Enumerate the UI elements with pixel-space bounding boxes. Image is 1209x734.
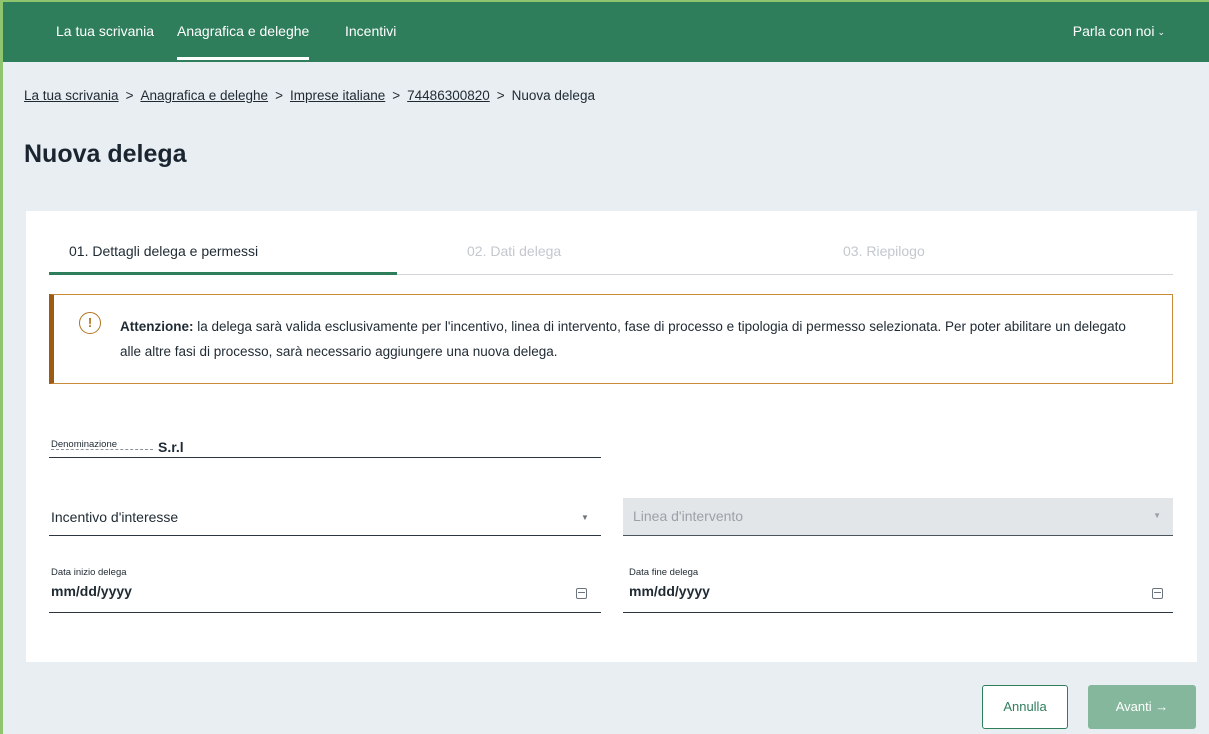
nav-item-anagrafica[interactable]: Anagrafica e deleghe xyxy=(177,2,310,60)
top-navigation: La tua scrivania Anagrafica e deleghe In… xyxy=(3,0,1209,62)
stepper: 01. Dettagli delega e permessi 02. Dati … xyxy=(49,233,1173,275)
warning-alert: ! Attenzione: la delega sarà valida escl… xyxy=(49,294,1173,384)
breadcrumb-separator: > xyxy=(275,88,283,103)
breadcrumb-current: Nuova delega xyxy=(511,88,595,103)
breadcrumb-separator: > xyxy=(125,88,134,103)
incentivo-underline xyxy=(49,535,601,536)
breadcrumb: La tua scrivania > Anagrafica e deleghe > Im… xyxy=(24,88,595,103)
linea-placeholder: Linea d'intervento xyxy=(633,508,744,524)
breadcrumb-link-impresa-id[interactable]: 74486300820 xyxy=(407,88,490,103)
page-title: Nuova delega xyxy=(24,140,187,168)
step-dettagli[interactable]: 01. Dettagli delega e permessi xyxy=(49,243,397,275)
data-fine-underline xyxy=(623,612,1173,613)
alert-body: la delega sarà valida esclusivamente per… xyxy=(120,319,1126,359)
data-fine-label: Data fine delega xyxy=(629,567,699,578)
contact-menu[interactable]: Parla con noi ⌄ xyxy=(1073,2,1165,60)
alert-title: Attenzione: xyxy=(120,319,194,334)
step-dati: 02. Dati delega xyxy=(467,243,562,259)
alert-message: Attenzione: la delega sarà valida esclus… xyxy=(120,314,1150,364)
breadcrumb-separator: > xyxy=(392,88,401,103)
contact-menu-label: Parla con noi xyxy=(1072,23,1155,39)
breadcrumb-link-scrivania[interactable]: La tua scrivania xyxy=(24,88,119,103)
incentivo-placeholder: Incentivo d'interesse xyxy=(51,509,179,525)
warning-icon: ! xyxy=(79,312,101,334)
redacted-text xyxy=(51,447,153,450)
breadcrumb-link-imprese[interactable]: Imprese italiane xyxy=(290,88,385,103)
caret-down-icon: ▼ xyxy=(581,513,589,522)
data-inizio-value: mm/dd/yyyy xyxy=(51,583,132,599)
denominazione-underline xyxy=(49,457,601,458)
form-card: 01. Dettagli delega e permessi 02. Dati … xyxy=(26,211,1197,662)
caret-down-icon: ▼ xyxy=(1153,511,1161,520)
denominazione-value: S.r.l xyxy=(158,439,184,455)
calendar-icon[interactable] xyxy=(576,588,587,599)
nav-item-incentivi[interactable]: Incentivi xyxy=(345,2,396,60)
breadcrumb-link-anagrafica[interactable]: Anagrafica e deleghe xyxy=(140,88,268,103)
data-fine-value: mm/dd/yyyy xyxy=(629,583,710,599)
chevron-down-icon: ⌄ xyxy=(1157,27,1165,37)
breadcrumb-separator: > xyxy=(496,88,505,103)
cancel-button[interactable]: Annulla xyxy=(982,685,1068,729)
linea-intervento-select: Linea d'intervento ▼ xyxy=(623,498,1173,536)
data-inizio-underline xyxy=(49,612,601,613)
nav-item-scrivania[interactable]: La tua scrivania xyxy=(56,2,154,60)
calendar-icon[interactable] xyxy=(1152,588,1163,599)
data-inizio-label: Data inizio delega xyxy=(51,567,127,578)
step-riepilogo: 03. Riepilogo xyxy=(843,243,925,259)
next-button[interactable]: Avanti → xyxy=(1088,685,1196,729)
